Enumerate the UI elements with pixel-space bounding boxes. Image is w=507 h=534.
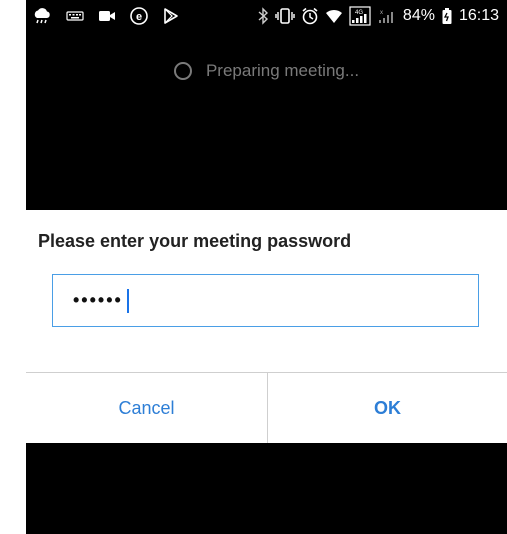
vibrate-icon — [275, 7, 295, 25]
weather-icon — [32, 8, 52, 24]
status-bar: e 4G x 84% 16:13 — [26, 0, 507, 32]
svg-text:e: e — [136, 11, 142, 23]
signal-no-data-icon: x — [377, 7, 397, 25]
bluetooth-icon — [257, 7, 269, 25]
loading-text: Preparing meeting... — [205, 61, 360, 80]
status-bar-system: 4G x 84% 16:13 — [257, 6, 499, 26]
frame: e 4G x 84% 16:13 Preparing meeting... Pl… — [0, 0, 507, 534]
battery-icon — [441, 7, 453, 25]
loading-indicator: Preparing meeting... — [26, 57, 507, 85]
password-value: •••••• — [73, 290, 123, 310]
video-icon — [98, 9, 116, 23]
dialog-title: Please enter your meeting password — [38, 231, 352, 251]
spinner-icon — [173, 62, 192, 80]
play-store-icon — [162, 7, 180, 25]
e-app-icon: e — [130, 7, 148, 25]
status-bar-notifications: e — [32, 6, 180, 26]
svg-text:4G: 4G — [355, 10, 363, 16]
password-input[interactable]: •••••• — [52, 274, 479, 327]
password-dialog: Please enter your meeting password •••••… — [26, 210, 507, 443]
phone-screen: e 4G x 84% 16:13 Preparing meeting... Pl… — [26, 0, 507, 534]
wifi-icon — [325, 8, 343, 24]
signal-4g-icon: 4G — [349, 6, 371, 26]
cancel-button[interactable]: Cancel — [26, 373, 267, 443]
keyboard-icon — [66, 9, 84, 23]
battery-percent: 84% — [402, 7, 435, 24]
text-cursor — [126, 288, 129, 313]
clock: 16:13 — [458, 7, 499, 24]
alarm-icon — [301, 7, 319, 25]
ok-button[interactable]: OK — [268, 373, 507, 443]
svg-text:x: x — [380, 10, 383, 16]
